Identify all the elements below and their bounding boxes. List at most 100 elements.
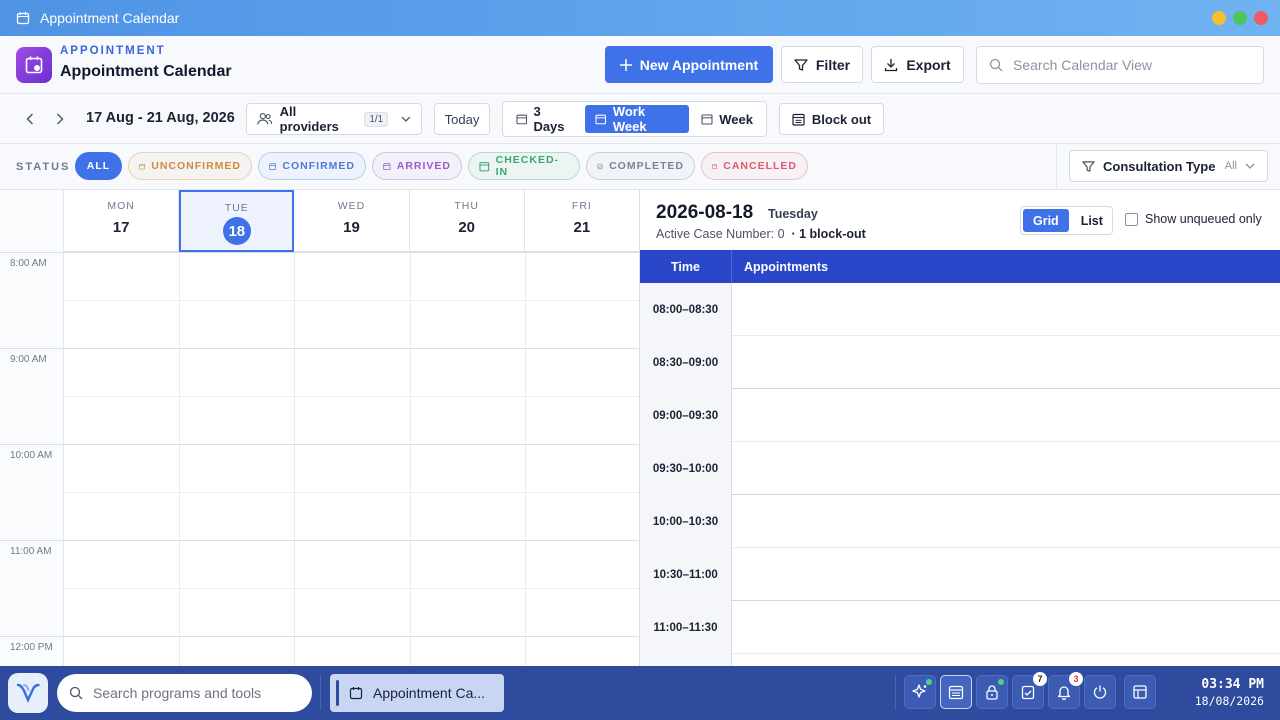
system-clock[interactable]: 03:34 PM 18/08/2026 (1195, 677, 1264, 708)
calendar-icon (516, 114, 528, 125)
prev-week-button[interactable] (22, 111, 38, 127)
app-logo-icon (16, 47, 52, 83)
day-header-wed[interactable]: WED 19 (294, 190, 410, 252)
today-button[interactable]: Today (434, 103, 490, 135)
day-summary: Active Case Number: 0 · 1 block-out (656, 227, 866, 241)
app-header: APPOINTMENT Appointment Calendar New App… (0, 36, 1280, 94)
status-chip-label: CANCELLED (723, 160, 797, 172)
day-column-divider (524, 252, 526, 666)
clipboard-check-icon (1021, 685, 1035, 700)
tray-tasks[interactable]: 7 (1012, 672, 1047, 709)
check-circle-icon (597, 163, 603, 169)
status-chip-label: ARRIVED (396, 160, 451, 172)
filter-button[interactable]: Filter (781, 46, 863, 83)
appointments-table-header: Time Appointments (640, 250, 1280, 283)
clock-time: 03:34 PM (1201, 677, 1264, 692)
tray-ai-assistant[interactable] (904, 675, 936, 709)
status-chip-checked-in[interactable]: CHECKED-IN (468, 152, 580, 180)
slot-appointments-cell[interactable] (732, 548, 1280, 601)
taskbar-app-label: Appointment Ca... (373, 685, 486, 701)
consultation-type-dropdown[interactable]: Consultation Type All (1069, 150, 1268, 182)
tray-notifications[interactable]: 3 (1048, 672, 1083, 709)
view-work-week[interactable]: Work Week (585, 104, 690, 134)
hour-line (0, 348, 639, 349)
slot-appointments-cell[interactable] (732, 654, 1280, 666)
slot-appointments-cell[interactable] (732, 336, 1280, 389)
export-button[interactable]: Export (871, 46, 964, 83)
view-3-days[interactable]: 3 Days (506, 104, 583, 134)
status-chip-arrived[interactable]: ARRIVED (372, 152, 462, 180)
search-icon (69, 686, 83, 700)
providers-dropdown[interactable]: All providers 1/1 (246, 103, 422, 135)
view-work-week-label: Work Week (612, 104, 647, 134)
tray-calendar[interactable] (940, 675, 972, 709)
notifications-count-badge: 3 (1069, 672, 1083, 686)
grid-view-button[interactable]: Grid (1023, 209, 1069, 232)
view-week[interactable]: Week (691, 105, 763, 133)
calendar-icon (701, 114, 713, 125)
slot-time: 08:30–09:00 (640, 336, 732, 389)
status-chip-label: COMPLETED (609, 160, 684, 172)
new-appointment-button[interactable]: New Appointment (605, 46, 773, 83)
slot-appointments-cell[interactable] (732, 442, 1280, 495)
time-column-header: Time (640, 250, 732, 283)
providers-count-badge: 1/1 (364, 111, 389, 127)
slot-time (640, 654, 732, 666)
day-header-fri[interactable]: FRI 21 (524, 190, 639, 252)
close-button[interactable] (1254, 11, 1268, 25)
show-unqueued-checkbox[interactable] (1125, 212, 1138, 226)
next-week-button[interactable] (52, 111, 68, 127)
download-icon (885, 58, 898, 71)
status-calendar-icon (383, 162, 391, 170)
slot-time: 11:00–11:30 (640, 601, 732, 654)
list-view-button[interactable]: List (1071, 209, 1113, 232)
status-chip-completed[interactable]: COMPLETED (586, 152, 695, 180)
lock-icon (986, 685, 998, 700)
maximize-button[interactable] (1233, 11, 1247, 25)
day-header-thu[interactable]: THU 20 (409, 190, 525, 252)
status-calendar-icon (479, 161, 490, 171)
chevron-left-icon (26, 113, 33, 125)
filter-icon (794, 58, 808, 71)
minimize-button[interactable] (1212, 11, 1226, 25)
slot-time: 10:00–10:30 (640, 495, 732, 548)
slot-time: 10:30–11:00 (640, 548, 732, 601)
tray-layout[interactable] (1124, 675, 1156, 709)
slot-appointments-cell[interactable] (732, 601, 1280, 654)
hour-label: 10:00 AM (10, 450, 53, 461)
day-name: WED (337, 200, 366, 212)
day-number: 18 (222, 217, 251, 245)
tray-power[interactable] (1084, 675, 1116, 709)
day-number: 21 (573, 219, 591, 236)
start-button[interactable] (8, 673, 48, 713)
taskbar-search (57, 674, 312, 712)
providers-label: All providers (279, 104, 339, 134)
day-name: FRI (571, 200, 592, 212)
layout-icon (1133, 685, 1147, 699)
day-name: THU (454, 200, 479, 212)
status-chip-confirmed[interactable]: CONFIRMED (258, 152, 366, 180)
tray-lock[interactable] (976, 675, 1008, 709)
slot-appointments-cell[interactable] (732, 283, 1280, 336)
appointment-slot-row: 09:30–10:00 (640, 442, 1280, 495)
view-3-days-label: 3 Days (533, 104, 565, 134)
appointments-column-header: Appointments (744, 259, 829, 274)
taskbar-app-appointment-calendar[interactable]: Appointment Ca... (330, 674, 504, 712)
status-chip-all[interactable]: ALL (75, 152, 122, 180)
hour-label: 8:00 AM (10, 258, 47, 269)
day-header-tue[interactable]: TUE 18 (179, 190, 295, 252)
taskbar: Appointment Ca... 7 3 03:34 PM (0, 666, 1280, 720)
status-filter-bar: STATUS ALL UNCONFIRMED CONFIRMED ARRIVED CHE… (0, 144, 1280, 190)
day-header-mon[interactable]: MON 17 (64, 190, 180, 252)
slot-appointments-cell[interactable] (732, 495, 1280, 548)
window-title: Appointment Calendar (40, 10, 180, 26)
block-out-button[interactable]: Block out (779, 103, 884, 135)
status-chip-unconfirmed[interactable]: UNCONFIRMED (128, 152, 252, 180)
hour-line (0, 252, 639, 253)
slot-appointments-cell[interactable] (732, 389, 1280, 442)
plus-icon (619, 58, 632, 71)
calendar-search-input[interactable] (1013, 57, 1243, 73)
grid-list-toggle: Grid List (1020, 206, 1113, 235)
taskbar-search-input[interactable] (93, 685, 293, 701)
status-chip-cancelled[interactable]: CANCELLED (701, 152, 808, 180)
